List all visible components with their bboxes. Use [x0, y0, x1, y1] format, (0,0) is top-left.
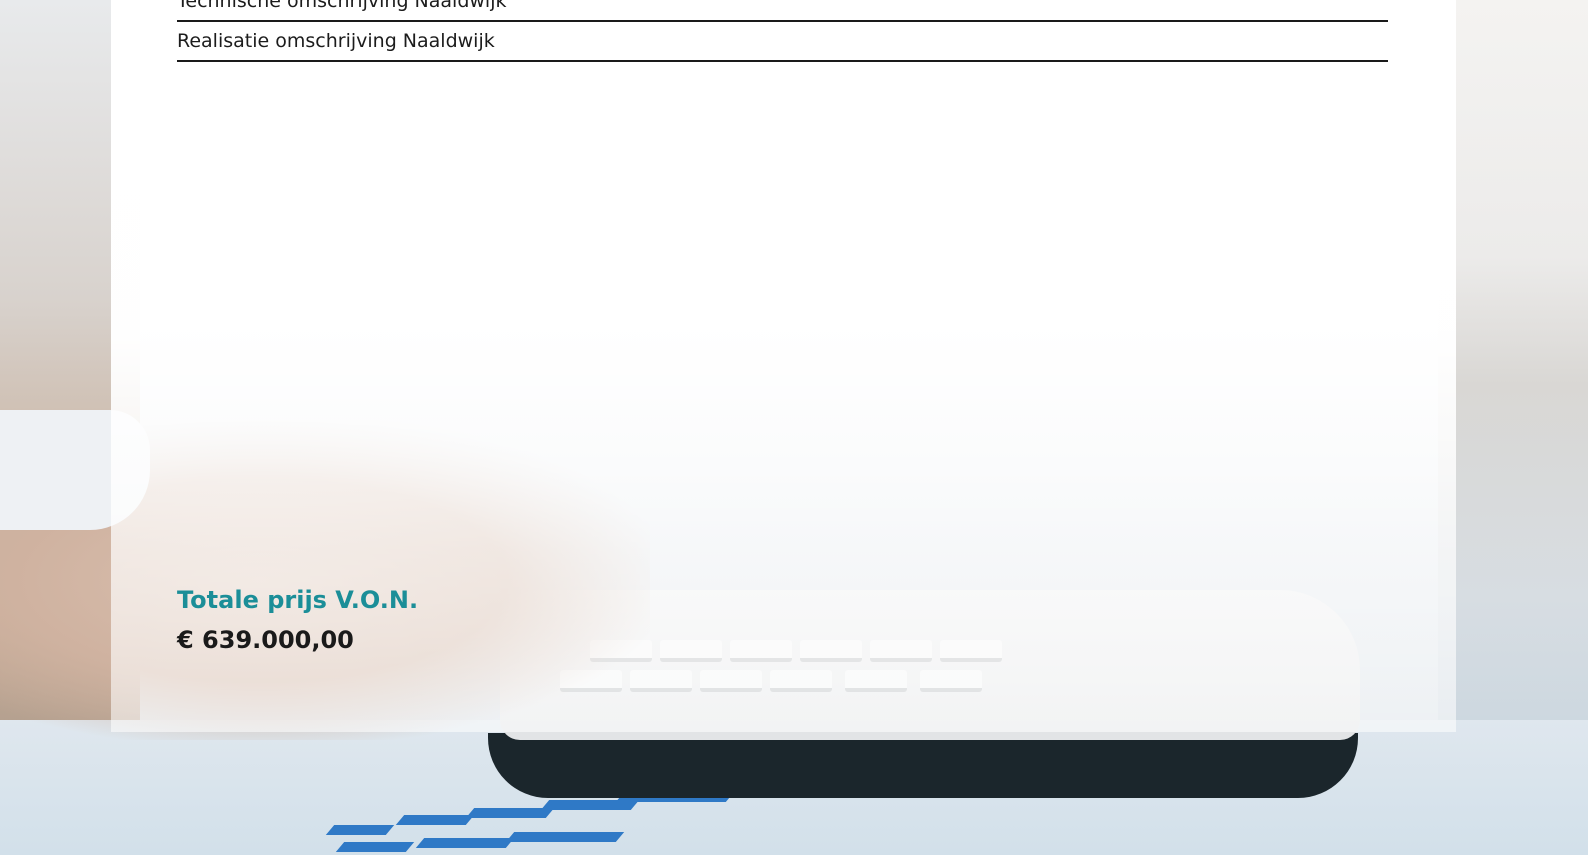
document-list: Technische omschrijving Naaldwijk Realis… [177, 0, 1388, 62]
price-label: Totale prijs V.O.N. [177, 586, 419, 614]
document-link-technische-omschrijving[interactable]: Technische omschrijving Naaldwijk [177, 0, 1388, 22]
document-link-label: Technische omschrijving Naaldwijk [177, 0, 507, 12]
price-value: € 639.000,00 [177, 626, 354, 654]
document-link-label: Realisatie omschrijving Naaldwijk [177, 30, 495, 52]
document-link-realisatie-omschrijving[interactable]: Realisatie omschrijving Naaldwijk [177, 22, 1388, 62]
calculator-base [488, 733, 1358, 798]
price-block: Totale prijs V.O.N. € 639.000,00 [177, 586, 418, 654]
